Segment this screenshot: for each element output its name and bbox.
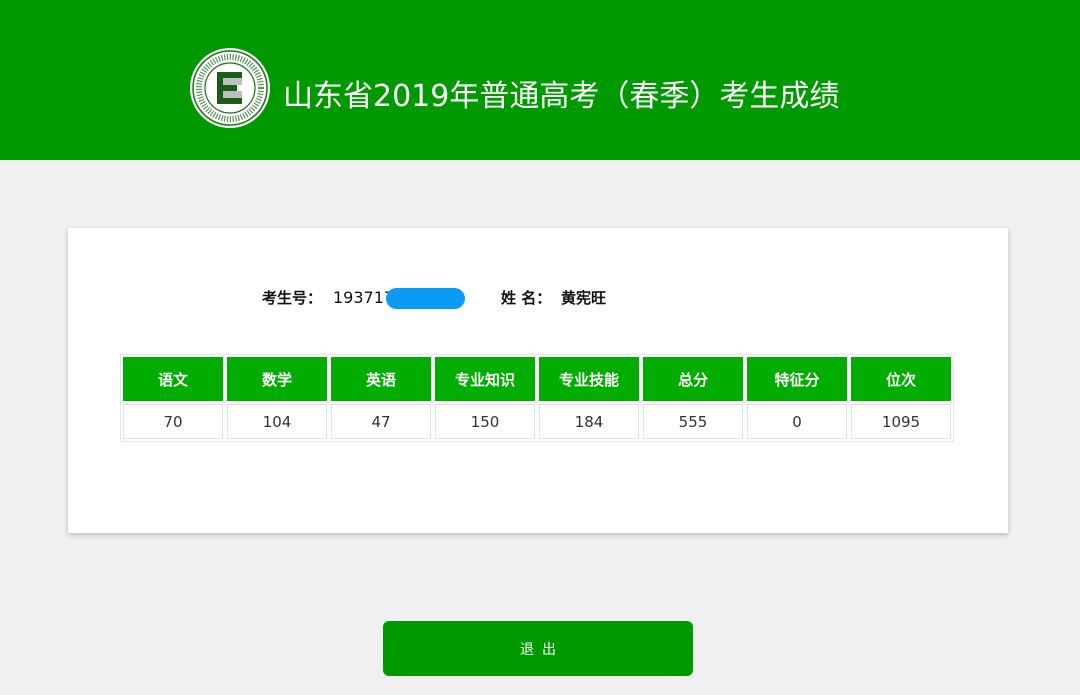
column-header-rank: 位次 [851, 357, 951, 401]
score-card: 考生号： 193717 姓 名： 黄宪旺 语文 数学 英语 专业知识 专业技能 … [68, 228, 1008, 533]
exit-button[interactable]: 退出 [383, 621, 693, 676]
score-professional-knowledge: 150 [435, 404, 535, 439]
column-header-professional-knowledge: 专业知识 [435, 357, 535, 401]
table-row: 70 104 47 150 184 555 0 1095 [123, 404, 951, 439]
score-feature: 0 [747, 404, 847, 439]
column-header-english: 英语 [331, 357, 431, 401]
column-header-math: 数学 [227, 357, 327, 401]
redaction-mask [386, 288, 465, 309]
table-header-row: 语文 数学 英语 专业知识 专业技能 总分 特征分 位次 [123, 357, 951, 401]
score-chinese: 70 [123, 404, 223, 439]
student-info: 考生号： 193717 姓 名： 黄宪旺 [68, 286, 1008, 310]
score-english: 47 [331, 404, 431, 439]
page-title: 山东省2019年普通高考（春季）考生成绩 [283, 79, 840, 114]
column-header-feature-score: 特征分 [747, 357, 847, 401]
score-table: 语文 数学 英语 专业知识 专业技能 总分 特征分 位次 70 104 47 1… [120, 354, 954, 442]
score-total: 555 [643, 404, 743, 439]
page-header: 山东省2019年普通高考（春季）考生成绩 [0, 0, 1080, 160]
student-id-value: 193717 [333, 288, 395, 307]
score-professional-skills: 184 [539, 404, 639, 439]
score-math: 104 [227, 404, 327, 439]
student-id-label: 考生号： [262, 289, 323, 307]
column-header-total: 总分 [643, 357, 743, 401]
shandong-education-admissions-seal-icon [190, 48, 270, 128]
student-name-value: 黄宪旺 [561, 289, 607, 307]
column-header-professional-skills: 专业技能 [539, 357, 639, 401]
student-name-label: 姓 名： [501, 289, 552, 307]
column-header-chinese: 语文 [123, 357, 223, 401]
score-rank: 1095 [851, 404, 951, 439]
